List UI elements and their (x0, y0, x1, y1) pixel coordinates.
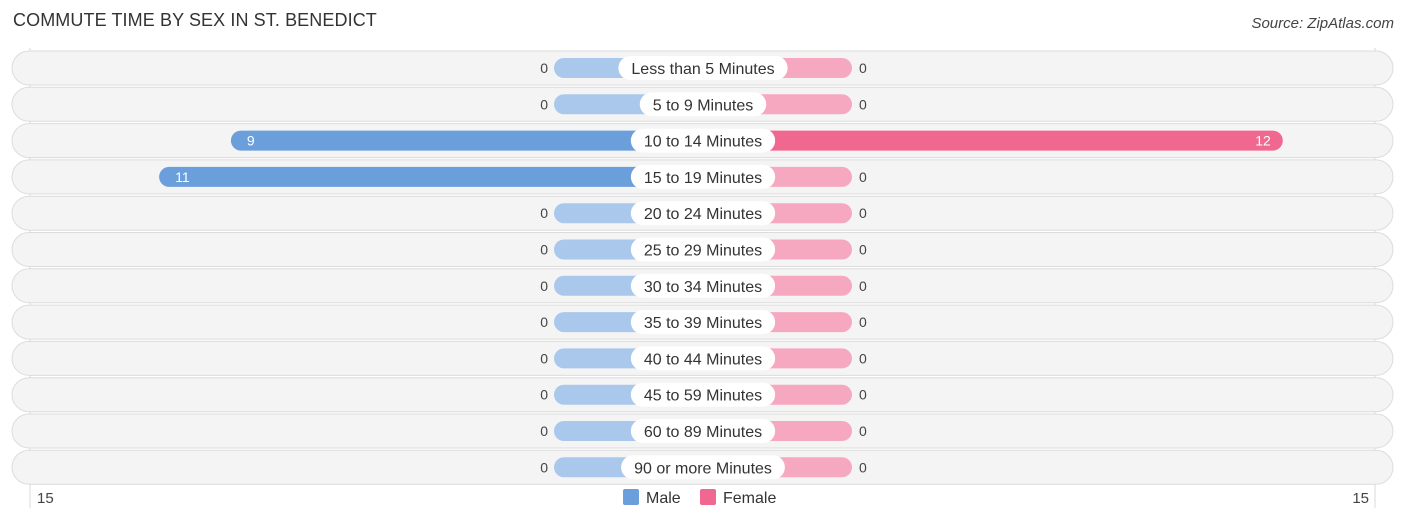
female-value-label: 0 (859, 387, 867, 403)
male-value-label: 0 (540, 60, 548, 76)
chart-canvas: 0 0 Less than 5 Minutes 0 0 5 to 9 Minutes 9 12… (11, 48, 1394, 508)
legend-label-male: Male (646, 490, 681, 507)
female-value-label: 0 (859, 314, 867, 330)
male-value-label: 0 (540, 350, 548, 366)
category-label: 35 to 39 Minutes (644, 315, 762, 332)
category-label: 90 or more Minutes (634, 460, 772, 477)
category-label: 25 to 29 Minutes (644, 243, 762, 260)
male-value-label: 0 (540, 423, 548, 439)
male-value-label: 0 (540, 205, 548, 221)
legend-label-female: Female (723, 490, 776, 507)
female-value-label: 0 (859, 278, 867, 294)
female-value-label: 0 (859, 60, 867, 76)
female-value-label: 0 (859, 423, 867, 439)
female-value-label: 0 (859, 350, 867, 366)
category-label: 5 to 9 Minutes (653, 97, 754, 114)
axis-label-right: 15 (1352, 490, 1369, 507)
female-value-label: 0 (859, 169, 867, 185)
female-value-label: 12 (1255, 133, 1271, 149)
category-label: 30 to 34 Minutes (644, 279, 762, 296)
male-value-label: 0 (540, 242, 548, 258)
female-bar[interactable] (703, 130, 1283, 151)
female-value-label: 0 (859, 96, 867, 112)
legend-swatch-female (700, 489, 716, 505)
category-label: 20 to 24 Minutes (644, 206, 762, 223)
category-label: 15 to 19 Minutes (644, 170, 762, 187)
category-label: 45 to 59 Minutes (644, 388, 762, 405)
category-label: 10 to 14 Minutes (644, 134, 762, 151)
male-value-label: 0 (540, 314, 548, 330)
male-value-label: 0 (540, 459, 548, 475)
male-value-label: 0 (540, 387, 548, 403)
male-value-label: 9 (247, 133, 255, 149)
female-value-label: 0 (859, 242, 867, 258)
female-value-label: 0 (859, 459, 867, 475)
legend-swatch-male (623, 489, 639, 505)
female-value-label: 0 (859, 205, 867, 221)
male-value-label: 11 (175, 169, 190, 185)
axis-label-left: 15 (37, 490, 54, 507)
male-value-label: 0 (540, 96, 548, 112)
male-bar[interactable] (159, 166, 704, 187)
male-value-label: 0 (540, 278, 548, 294)
category-label: 60 to 89 Minutes (644, 424, 762, 441)
category-label: Less than 5 Minutes (631, 61, 774, 78)
category-label: 40 to 44 Minutes (644, 351, 762, 368)
